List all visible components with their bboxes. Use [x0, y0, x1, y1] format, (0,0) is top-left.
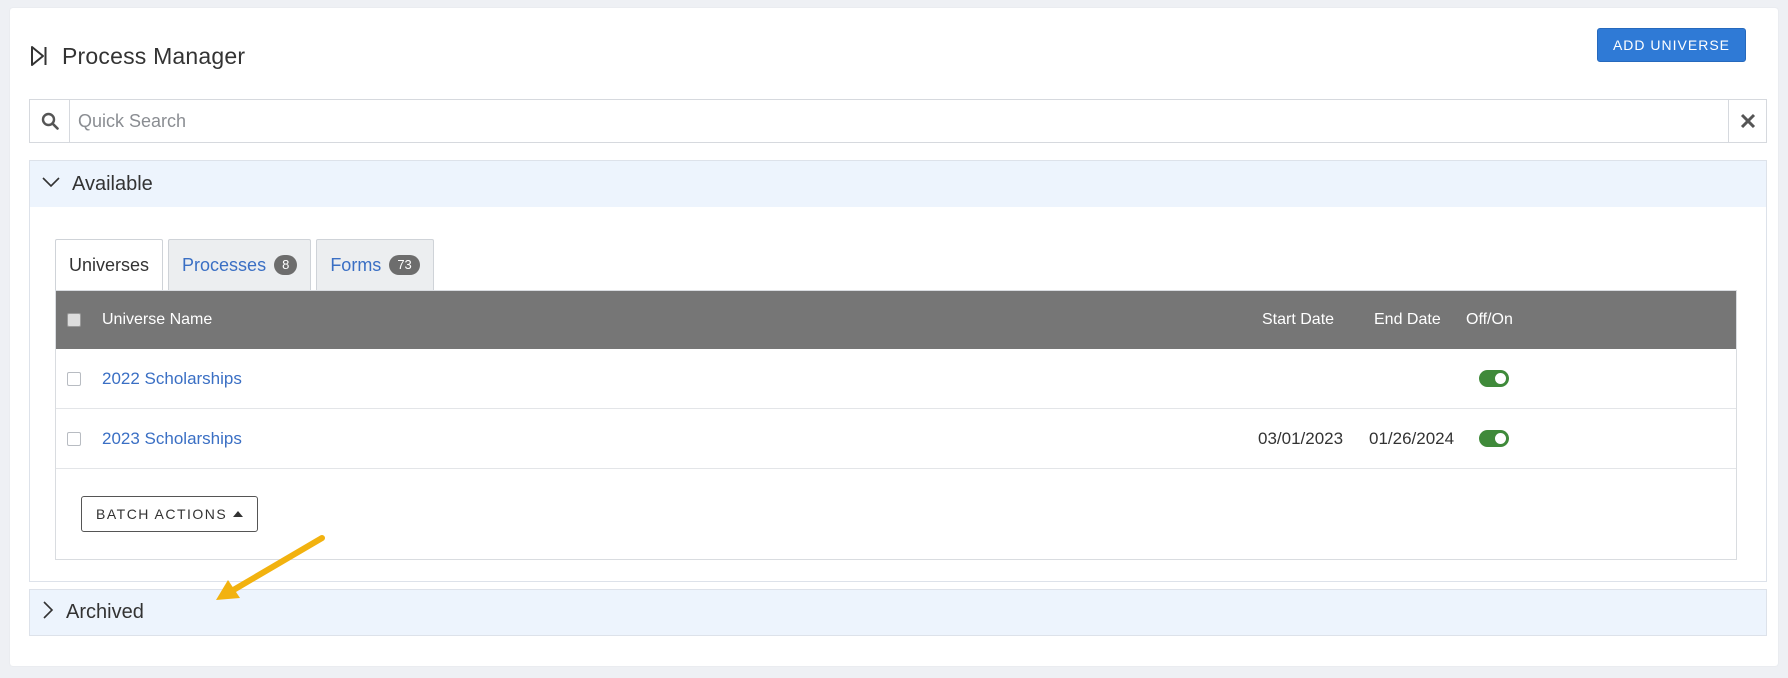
select-all-checkbox[interactable]	[67, 313, 81, 327]
universe-link[interactable]: 2022 Scholarships	[102, 369, 242, 389]
table-row: 2022 Scholarships	[56, 349, 1736, 409]
column-header-name: Universe Name	[102, 311, 213, 328]
end-date: 01/26/2024	[1369, 428, 1455, 448]
tab-universes[interactable]: Universes	[55, 239, 164, 290]
add-universe-button[interactable]: ADD UNIVERSE	[1596, 28, 1746, 62]
column-header-toggle: Off/On	[1466, 311, 1513, 328]
row-checkbox[interactable]	[67, 431, 81, 446]
batch-actions-label: BATCH ACTIONS	[96, 506, 228, 522]
tab-processes[interactable]: Processes 8	[168, 239, 312, 290]
search-bar	[29, 99, 1767, 143]
on-off-toggle[interactable]	[1479, 370, 1509, 387]
skip-forward-icon	[30, 45, 50, 67]
batch-actions-button[interactable]: BATCH ACTIONS	[81, 496, 259, 532]
table-row: 2023 Scholarships 03/01/2023 01/26/2024	[56, 409, 1736, 469]
start-date: 03/01/2023	[1258, 428, 1344, 448]
tab-forms[interactable]: Forms 73	[316, 239, 434, 290]
available-panel: Available Universes Processes 8 Forms 73…	[29, 160, 1767, 582]
process-manager-card: Process Manager ADD UNIVERSE Available	[10, 8, 1778, 666]
on-off-toggle[interactable]	[1479, 430, 1509, 447]
search-input[interactable]	[70, 100, 1728, 142]
page-title: Process Manager	[62, 42, 246, 69]
available-label: Available	[72, 172, 153, 195]
universe-link[interactable]: 2023 Scholarships	[102, 429, 242, 449]
universes-table: Universe Name Start Date End Date Off/On…	[55, 290, 1737, 560]
tab-label: Forms	[330, 254, 382, 275]
column-header-start: Start Date	[1262, 311, 1335, 328]
count-badge: 73	[389, 255, 420, 275]
close-icon[interactable]	[1728, 100, 1766, 142]
tab-label: Universes	[69, 254, 150, 275]
row-checkbox[interactable]	[67, 371, 81, 386]
table-header: Universe Name Start Date End Date Off/On	[56, 291, 1736, 349]
tab-label: Processes	[182, 254, 267, 275]
archived-panel-header[interactable]: Archived	[29, 589, 1767, 636]
count-badge: 8	[274, 255, 298, 275]
available-panel-header[interactable]: Available	[30, 161, 1766, 207]
chevron-right-icon	[42, 601, 54, 624]
page-header: Process Manager	[30, 36, 245, 76]
tab-bar: Universes Processes 8 Forms 73	[55, 239, 439, 290]
caret-up-icon	[233, 511, 244, 517]
chevron-down-icon	[42, 175, 60, 193]
archived-label: Archived	[66, 601, 144, 623]
column-header-end: End Date	[1374, 311, 1441, 328]
search-icon	[30, 100, 70, 142]
